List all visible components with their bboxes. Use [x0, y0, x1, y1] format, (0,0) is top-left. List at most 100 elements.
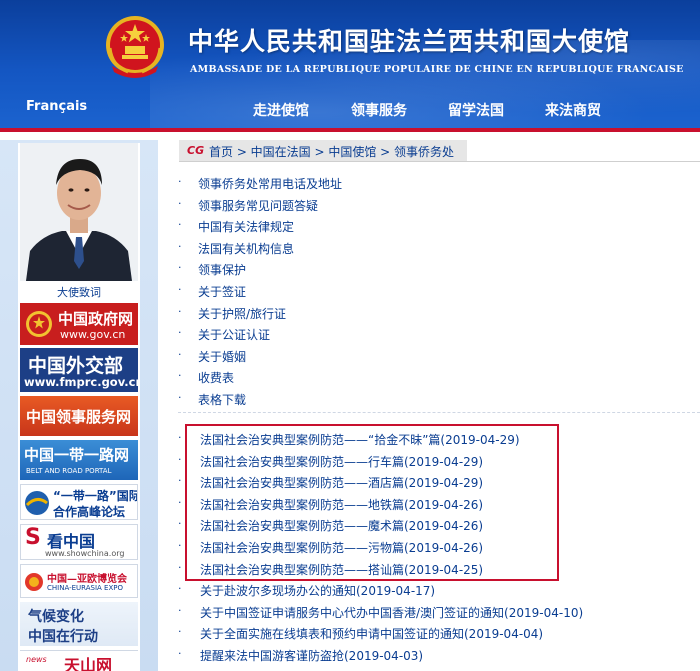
banner-consular-service[interactable]: 中国领事服务网	[20, 396, 138, 436]
list-item[interactable]: · 收费表	[178, 366, 698, 388]
section-divider	[178, 412, 700, 413]
notice-title[interactable]: 法国社会治安典型案例防范——魔术篇(2019-04-26)	[200, 517, 483, 534]
list-item[interactable]: · 法国社会治安典型案例防范——搭讪篇(2019-04-25)	[178, 558, 698, 580]
link-label[interactable]: 领事保护	[198, 261, 246, 278]
bullet-icon: ·	[178, 495, 182, 509]
notice-title[interactable]: 法国社会治安典型案例防范——“拾金不昧”篇(2019-04-29)	[200, 431, 520, 448]
bullet-icon: ·	[178, 452, 182, 466]
ambassador-portrait-icon	[20, 143, 138, 281]
expo-logo-icon	[25, 573, 43, 591]
national-emblem-icon	[106, 16, 164, 78]
bullet-icon: ·	[178, 431, 182, 444]
link-label[interactable]: 关于护照/旅行证	[198, 305, 286, 322]
list-item[interactable]: · 表格下载	[178, 388, 698, 410]
banner-url: www.gov.cn	[60, 328, 126, 341]
list-item[interactable]: · 关于赴波尔多现场办公的通知(2019-04-17)	[178, 579, 698, 601]
breadcrumb-path[interactable]: 首页 > 中国在法国 > 中国使馆 > 领事侨务处	[209, 143, 454, 160]
banner-title: 中国外交部	[28, 355, 124, 377]
link-label[interactable]: 领事侨务处常用电话及地址	[198, 175, 342, 192]
nav-item-study-in-france[interactable]: 留学法国	[448, 100, 504, 120]
language-link-french[interactable]: Français	[26, 99, 87, 114]
notice-title[interactable]: 法国社会治安典型案例防范——行车篇(2019-04-29)	[200, 453, 483, 470]
list-item[interactable]: · 提醒来法中国游客谨防盗抢(2019-04-03)	[178, 644, 698, 666]
nav-item-about-embassy[interactable]: 走进使馆	[253, 100, 309, 120]
bullet-icon: ·	[178, 175, 182, 188]
bullet-icon: ·	[178, 538, 182, 552]
forum-logo-icon	[25, 491, 49, 515]
notice-list: · 法国社会治安典型案例防范——“拾金不昧”篇(2019-04-29) · 法国社会…	[178, 428, 698, 666]
nav-item-consular-services[interactable]: 领事服务	[351, 100, 407, 120]
link-label[interactable]: 关于公证认证	[198, 326, 270, 343]
banner-title: 中国一带一路网	[24, 446, 130, 464]
notice-title[interactable]: 关于赴波尔多现场办公的通知(2019-04-17)	[200, 582, 435, 599]
notice-title[interactable]: 法国社会治安典型案例防范——地铁篇(2019-04-26)	[200, 496, 483, 513]
notice-title[interactable]: 法国社会治安典型案例防范——污物篇(2019-04-26)	[200, 539, 483, 556]
link-label[interactable]: 表格下载	[198, 391, 246, 408]
bullet-icon: ·	[178, 603, 182, 617]
link-label[interactable]: 领事服务常见问题答疑	[198, 197, 318, 214]
link-label[interactable]: 关于签证	[198, 283, 246, 300]
list-item[interactable]: · 关于全面实施在线填表和预约申请中国签证的通知(2019-04-04)	[178, 622, 698, 644]
list-item[interactable]: · 法国社会治安典型案例防范——地铁篇(2019-04-26)	[178, 493, 698, 515]
bullet-icon: ·	[178, 218, 182, 232]
banner-title: “一带一路”国际	[53, 489, 138, 503]
list-item[interactable]: · 领事服务常见问题答疑	[178, 194, 698, 216]
banner-title: 中国—亚欧博览会	[47, 574, 127, 585]
banner-belt-road-forum[interactable]: “一带一路”国际 合作高峰论坛	[20, 484, 138, 520]
notice-title[interactable]: 关于中国签证申请服务中心代办中国香港/澳门签证的通知(2019-04-10)	[200, 604, 583, 621]
banner-subtitle: CHINA-EURASIA EXPO	[47, 584, 123, 592]
bullet-icon: ·	[178, 646, 182, 660]
list-item[interactable]: · 关于中国签证申请服务中心代办中国香港/澳门签证的通知(2019-04-10)	[178, 601, 698, 623]
banner-showchina[interactable]: S 看中国 www.showchina.org	[20, 524, 138, 560]
list-item[interactable]: · 关于婚姻	[178, 345, 698, 367]
list-item[interactable]: · 法国社会治安典型案例防范——魔术篇(2019-04-26)	[178, 514, 698, 536]
list-item[interactable]: · 法国社会治安典型案例防范——污物篇(2019-04-26)	[178, 536, 698, 558]
list-item[interactable]: · 法国社会治安典型案例防范——行车篇(2019-04-29)	[178, 450, 698, 472]
link-label[interactable]: 中国有关法律规定	[198, 218, 294, 235]
breadcrumb-logo-icon: CG	[187, 144, 205, 157]
banner-gov-cn[interactable]: 中国政府网 www.gov.cn	[20, 303, 138, 345]
banner-china-eurasia-expo[interactable]: 中国—亚欧博览会 CHINA-EURASIA EXPO	[20, 564, 138, 598]
banner-url: www.showchina.org	[45, 549, 125, 558]
link-label[interactable]: 法国有关机构信息	[198, 240, 294, 257]
notice-title[interactable]: 法国社会治安典型案例防范——酒店篇(2019-04-29)	[200, 474, 483, 491]
bullet-icon: ·	[178, 347, 182, 361]
ambassador-speech-link[interactable]: 大使致词	[20, 284, 138, 300]
notice-title[interactable]: 关于全面实施在线填表和预约申请中国签证的通知(2019-04-04)	[200, 625, 543, 642]
notice-title[interactable]: 提醒来法中国游客谨防盗抢(2019-04-03)	[200, 647, 423, 664]
link-label[interactable]: 收费表	[198, 369, 234, 386]
banner-url: www.fmprc.gov.cn	[24, 375, 138, 389]
list-item[interactable]: · 法国社会治安典型案例防范——酒店篇(2019-04-29)	[178, 471, 698, 493]
list-item[interactable]: · 法国社会治安典型案例防范——“拾金不昧”篇(2019-04-29)	[178, 428, 698, 450]
banner-subtitle: 合作高峰论坛	[53, 505, 126, 519]
list-item[interactable]: · 领事保护	[178, 258, 698, 280]
site-title-chinese: 中华人民共和国驻法兰西共和国大使馆	[188, 27, 631, 56]
banner-climate-change[interactable]: 气候变化 中国在行动	[20, 602, 138, 646]
breadcrumb: CG 首页 > 中国在法国 > 中国使馆 > 领事侨务处	[179, 140, 467, 162]
bullet-icon: ·	[178, 196, 182, 210]
list-item[interactable]: · 关于护照/旅行证	[178, 302, 698, 324]
site-title-french: AMBASSADE DE LA REPUBLIQUE POPULAIRE DE …	[190, 64, 684, 75]
consular-topic-list: · 领事侨务处常用电话及地址 · 领事服务常见问题答疑 · 中国有关法律规定 · 法国有…	[178, 172, 698, 410]
bullet-icon: ·	[178, 390, 182, 404]
list-item[interactable]: · 中国有关法律规定	[178, 215, 698, 237]
banner-belt-road-portal[interactable]: 中国一带一路网 BELT AND ROAD PORTAL	[20, 440, 138, 480]
ambassador-photo[interactable]	[20, 143, 138, 281]
nav-item-business[interactable]: 来法商贸	[545, 100, 601, 120]
emblem-icon	[26, 311, 52, 337]
link-label[interactable]: 关于婚姻	[198, 348, 246, 365]
bullet-icon: ·	[178, 582, 182, 596]
list-item[interactable]: · 关于公证认证	[178, 323, 698, 345]
banner-fmprc[interactable]: 中国外交部 www.fmprc.gov.cn	[20, 348, 138, 392]
banner-title: 气候变化	[28, 609, 84, 625]
list-item[interactable]: · 关于签证	[178, 280, 698, 302]
notice-title[interactable]: 法国社会治安典型案例防范——搭讪篇(2019-04-25)	[200, 561, 483, 578]
list-item[interactable]: · 领事侨务处常用电话及地址	[178, 172, 698, 194]
header-divider	[0, 128, 700, 132]
bullet-icon: ·	[178, 282, 182, 296]
list-item[interactable]: · 法国有关机构信息	[178, 237, 698, 259]
banner-title: 中国政府网	[58, 310, 134, 328]
banner-title: 中国领事服务网	[26, 408, 132, 426]
banner-tianshan[interactable]: news 天山网	[20, 650, 138, 671]
bullet-icon: ·	[178, 474, 182, 488]
